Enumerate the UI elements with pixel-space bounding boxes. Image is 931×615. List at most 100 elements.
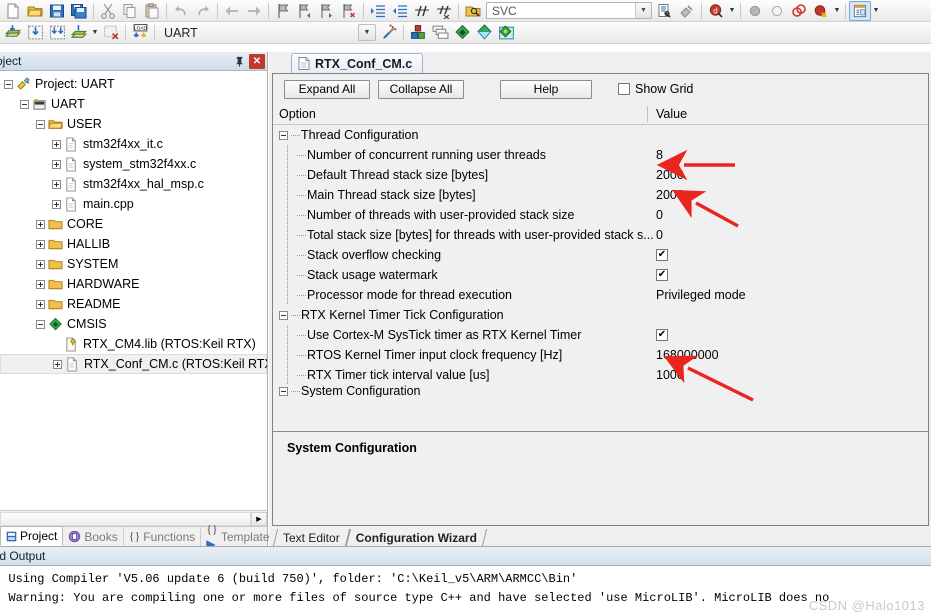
option-checkbox[interactable]	[656, 249, 668, 261]
collapse-icon[interactable]	[279, 130, 288, 140]
target-selector-value[interactable]: UART	[158, 23, 358, 43]
panel-tab-functions[interactable]: {} Functions	[124, 527, 202, 546]
tree-item[interactable]: stm32f4xx_it.c	[0, 134, 267, 154]
build-icon[interactable]	[24, 23, 46, 43]
indent-right-icon[interactable]	[367, 1, 389, 21]
tree-item[interactable]: Project: UART	[0, 74, 267, 94]
expand-icon[interactable]	[36, 219, 45, 229]
collapse-icon[interactable]	[20, 99, 29, 109]
target-options-icon[interactable]	[378, 23, 400, 43]
option-row[interactable]: Main Thread stack size [bytes] 2000	[273, 185, 928, 205]
tree-item[interactable]: SYSTEM	[0, 254, 267, 274]
tree-item[interactable]: RTX_CM4.lib (RTOS:Keil RTX)	[0, 334, 267, 354]
collapse-all-button[interactable]: Collapse All	[378, 79, 464, 99]
close-icon[interactable]: ✕	[249, 53, 265, 69]
chevron-down-icon[interactable]: ▼	[90, 23, 100, 43]
tree-item[interactable]: HARDWARE	[0, 274, 267, 294]
option-row[interactable]: Number of concurrent running user thread…	[273, 145, 928, 165]
expand-icon[interactable]	[52, 139, 61, 149]
help-button[interactable]: Help	[500, 79, 592, 99]
uncomment-icon[interactable]	[433, 1, 455, 21]
search-input[interactable]: SVC ▼	[486, 2, 652, 19]
option-value-cell[interactable]: Privileged mode	[656, 288, 746, 302]
chevron-down-icon[interactable]: ▼	[358, 24, 376, 41]
option-value-cell[interactable]: 2000	[656, 188, 684, 202]
option-row[interactable]: Default Thread stack size [bytes] 2000	[273, 165, 928, 185]
cut-icon[interactable]	[97, 1, 119, 21]
rebuild-icon[interactable]	[46, 23, 68, 43]
option-value-cell[interactable]: 168000000	[656, 348, 719, 362]
expand-icon[interactable]	[52, 179, 61, 189]
collapse-icon[interactable]	[279, 386, 288, 396]
option-row[interactable]: Processor mode for thread execution Privi…	[273, 285, 928, 305]
find-in-files-icon[interactable]	[462, 1, 484, 21]
option-value-cell[interactable]: 1000	[656, 368, 684, 382]
download-icon[interactable]: LOAD	[129, 23, 151, 43]
view-tab-configuration-wizard[interactable]: Configuration Wizard	[348, 529, 485, 546]
option-value-cell[interactable]	[656, 269, 668, 281]
view-tab-text-editor[interactable]: Text Editor	[275, 529, 348, 546]
manage-window-icon[interactable]	[849, 0, 871, 21]
option-row[interactable]: RTX Timer tick interval value [us] 1000	[273, 365, 928, 385]
show-grid-checkbox[interactable]: Show Grid	[618, 82, 693, 96]
build-output-text[interactable]: * Using Compiler 'V5.06 update 6 (build …	[0, 566, 931, 608]
option-value-cell[interactable]	[656, 249, 668, 261]
option-value-cell[interactable]: 8	[656, 148, 663, 162]
incremental-find-icon[interactable]	[676, 1, 698, 21]
panel-tab-project[interactable]: Project	[0, 526, 64, 546]
start-debug-icon[interactable]: d	[705, 1, 727, 21]
chevron-down-icon[interactable]: ▼	[635, 3, 651, 18]
manage-project-items-icon[interactable]	[407, 23, 429, 43]
bookmark-clear-icon[interactable]	[338, 1, 360, 21]
option-row[interactable]: System Configuration	[273, 385, 928, 397]
kill-all-breakpoints-icon[interactable]	[810, 1, 832, 21]
expand-icon[interactable]	[36, 259, 45, 269]
scroll-right-arrow-icon[interactable]: ▶	[251, 511, 267, 526]
manage-run-time-env-icon[interactable]	[473, 23, 495, 43]
disable-all-breakpoints-icon[interactable]	[788, 1, 810, 21]
multi-project-icon[interactable]	[429, 23, 451, 43]
stop-build-icon[interactable]	[100, 23, 122, 43]
option-row[interactable]: Thread Configuration	[273, 125, 928, 145]
indent-left-icon[interactable]	[389, 1, 411, 21]
find-in-files-button-icon[interactable]	[654, 1, 676, 21]
column-divider[interactable]	[647, 106, 648, 122]
collapse-icon[interactable]	[4, 79, 13, 89]
bookmark-toggle-icon[interactable]	[272, 1, 294, 21]
option-row[interactable]: Stack usage watermark	[273, 265, 928, 285]
select-software-packs-icon[interactable]	[495, 23, 517, 43]
panel-tab-books[interactable]: Books	[63, 527, 124, 546]
option-row[interactable]: RTOS Kernel Timer input clock frequency …	[273, 345, 928, 365]
tree-item[interactable]: CMSIS	[0, 314, 267, 334]
open-file-icon[interactable]	[24, 1, 46, 21]
expand-icon[interactable]	[53, 359, 62, 369]
collapse-icon[interactable]	[36, 319, 45, 329]
bookmark-prev-icon[interactable]	[294, 1, 316, 21]
option-value-cell[interactable]: 2000	[656, 168, 684, 182]
tree-item[interactable]: main.cpp	[0, 194, 267, 214]
tree-item[interactable]: system_stm32f4xx.c	[0, 154, 267, 174]
save-icon[interactable]	[46, 1, 68, 21]
tab-rtx-conf-cm-c[interactable]: RTX_Conf_CM.c	[291, 53, 424, 73]
collapse-icon[interactable]	[36, 119, 45, 129]
option-row[interactable]: RTX Kernel Timer Tick Configuration	[273, 305, 928, 325]
tree-item-selected[interactable]: RTX_Conf_CM.c (RTOS:Keil RTX)	[0, 354, 267, 374]
paste-icon[interactable]	[141, 1, 163, 21]
undo-icon[interactable]	[170, 1, 192, 21]
copy-icon[interactable]	[119, 1, 141, 21]
pack-installer-icon[interactable]	[451, 23, 473, 43]
save-all-icon[interactable]	[68, 1, 90, 21]
expand-icon[interactable]	[36, 299, 45, 309]
insert-breakpoint-icon[interactable]	[744, 1, 766, 21]
option-row[interactable]: Stack overflow checking	[273, 245, 928, 265]
comment-icon[interactable]	[411, 1, 433, 21]
expand-all-button[interactable]: Expand All	[284, 79, 370, 99]
option-value-cell[interactable]: 0	[656, 228, 663, 242]
tree-item[interactable]: HALLIB	[0, 234, 267, 254]
bookmark-next-icon[interactable]	[316, 1, 338, 21]
option-row[interactable]: Number of threads with user-provided sta…	[273, 205, 928, 225]
option-value-cell[interactable]: 0	[656, 208, 663, 222]
option-checkbox[interactable]	[656, 269, 668, 281]
project-tree-hscrollbar[interactable]: ▶	[0, 510, 267, 526]
pin-icon[interactable]	[231, 54, 247, 69]
